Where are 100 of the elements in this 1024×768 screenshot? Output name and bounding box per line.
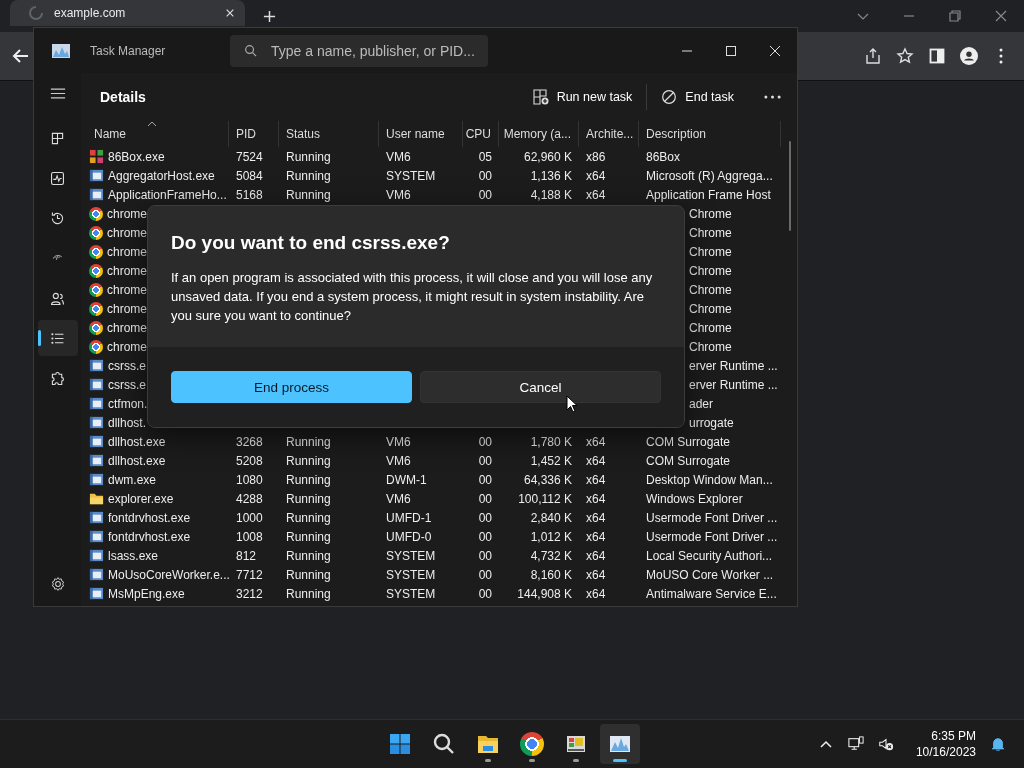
status-cell: Running <box>286 453 331 468</box>
cpu-cell: 00 <box>478 168 492 183</box>
architecture-cell: x64 <box>586 434 606 449</box>
description-cell: Usermode Font Driver ... <box>646 510 778 525</box>
taskbar-button[interactable] <box>600 724 640 764</box>
status-cell: Running <box>286 434 331 449</box>
nav-item[interactable] <box>37 320 78 356</box>
column-header[interactable]: Memory (a... <box>499 121 579 147</box>
cancel-button[interactable]: Cancel <box>420 371 661 403</box>
process-name: fontdrvhost.exe <box>108 510 191 525</box>
user-cell: VM6 <box>386 187 411 202</box>
window-icon <box>89 358 104 373</box>
pid-cell: 5168 <box>236 187 263 202</box>
settings-icon[interactable] <box>49 576 66 592</box>
description-cell: Desktop Window Man... <box>646 472 773 487</box>
end-task-button[interactable]: End task <box>653 83 742 111</box>
architecture-cell: x64 <box>586 548 606 563</box>
profile-icon[interactable] <box>960 47 978 65</box>
browser-icon <box>89 225 103 240</box>
user-cell: VM6 <box>386 149 411 164</box>
status-cell: Running <box>286 510 331 525</box>
memory-cell: 1,136 K <box>530 168 572 183</box>
cpu-cell: 00 <box>478 529 492 544</box>
column-header[interactable]: Description <box>639 121 781 147</box>
architecture-cell: x64 <box>586 168 606 183</box>
process-name: ApplicationFrameHo... <box>108 187 227 202</box>
process-name: chrome <box>107 320 147 335</box>
new-window-icon <box>532 89 549 105</box>
column-header[interactable]: PID <box>229 121 279 147</box>
window-icon <box>89 434 104 449</box>
process-name: csrss.e <box>108 377 146 392</box>
restore-icon[interactable] <box>948 9 962 23</box>
browser-icon <box>89 301 103 316</box>
menu-icon[interactable] <box>49 87 66 100</box>
column-header[interactable]: Name <box>87 121 229 147</box>
description-cell: Chrome <box>689 263 732 278</box>
cpu-cell: 00 <box>478 187 492 202</box>
user-cell: VM6 <box>386 434 411 449</box>
window-icon <box>89 567 104 582</box>
scrollbar[interactable] <box>789 141 791 231</box>
back-arrow-icon[interactable] <box>12 47 30 65</box>
star-icon[interactable] <box>896 47 914 65</box>
maximize-icon[interactable] <box>725 44 737 57</box>
run-new-task-button[interactable]: Run new task <box>524 83 641 111</box>
user-cell: UMFD-0 <box>386 529 432 544</box>
date-text: 10/16/2023 <box>915 744 976 760</box>
pid-cell: 7712 <box>236 567 263 582</box>
browser-icon <box>520 732 544 756</box>
bell-icon[interactable] <box>990 736 1006 752</box>
cpu-cell: 00 <box>478 567 492 582</box>
process-name: ctfmon. <box>108 396 148 411</box>
description-cell: Antimalware Service E... <box>646 586 777 601</box>
description-cell: erver Runtime ... <box>689 377 778 392</box>
description-cell: Chrome <box>689 339 732 354</box>
dialog-title: Do you want to end csrss.exe? <box>171 232 451 254</box>
architecture-cell: x64 <box>586 567 606 582</box>
memory-cell: 64,336 K <box>523 472 572 487</box>
status-cell: Running <box>286 472 331 487</box>
end-process-button[interactable]: End process <box>171 371 412 403</box>
process-name: dwm.exe <box>108 472 157 487</box>
description-cell: ader <box>689 396 714 411</box>
description-cell: Chrome <box>689 282 732 297</box>
memory-cell: 1,012 K <box>530 529 572 544</box>
status-cell: Running <box>286 567 331 582</box>
more-icon[interactable] <box>764 95 781 99</box>
user-cell: SYSTEM <box>386 567 436 582</box>
speaker-muted-icon[interactable] <box>877 736 894 752</box>
process-name: lsass.exe <box>108 548 159 563</box>
architecture-cell: x64 <box>586 472 606 487</box>
process-name: chrome <box>107 301 147 316</box>
pid-cell: 5208 <box>236 453 263 468</box>
status-cell: Running <box>286 491 331 506</box>
window-title: Task Manager <box>90 43 167 58</box>
memory-cell: 4,732 K <box>530 548 572 563</box>
description-cell: Chrome <box>689 244 732 259</box>
chart-window-icon <box>52 43 70 58</box>
memory-cell: 4,188 K <box>530 187 572 202</box>
clock[interactable]: 6:35 PM 10/16/2023 <box>915 728 976 760</box>
search-field[interactable]: Type a name, publisher, or PID... <box>230 34 488 67</box>
process-name: dllhost.exe <box>108 453 166 468</box>
column-header[interactable]: Status <box>279 121 379 147</box>
share-icon[interactable] <box>864 47 882 65</box>
network-icon[interactable] <box>847 736 864 752</box>
process-name: dllhost. <box>108 415 147 430</box>
status-cell: Running <box>286 586 331 601</box>
pid-cell: 1080 <box>236 472 263 487</box>
user-cell: VM6 <box>386 491 411 506</box>
browser-tab[interactable]: example.com <box>10 0 245 26</box>
status-cell: Running <box>286 529 331 544</box>
description-cell: COM Surrogate <box>646 453 731 468</box>
column-header[interactable]: Archite... <box>579 121 639 147</box>
window-icon <box>89 453 104 468</box>
side-panel-icon[interactable] <box>928 47 946 65</box>
window-icon <box>89 187 104 202</box>
column-header[interactable]: CPU <box>463 121 499 147</box>
new-tab-icon[interactable] <box>263 9 276 23</box>
process-name: chrome <box>107 244 147 259</box>
pid-cell: 4288 <box>236 491 263 506</box>
column-header[interactable]: User name <box>379 121 463 147</box>
description-cell: Local Security Authori... <box>646 548 773 563</box>
